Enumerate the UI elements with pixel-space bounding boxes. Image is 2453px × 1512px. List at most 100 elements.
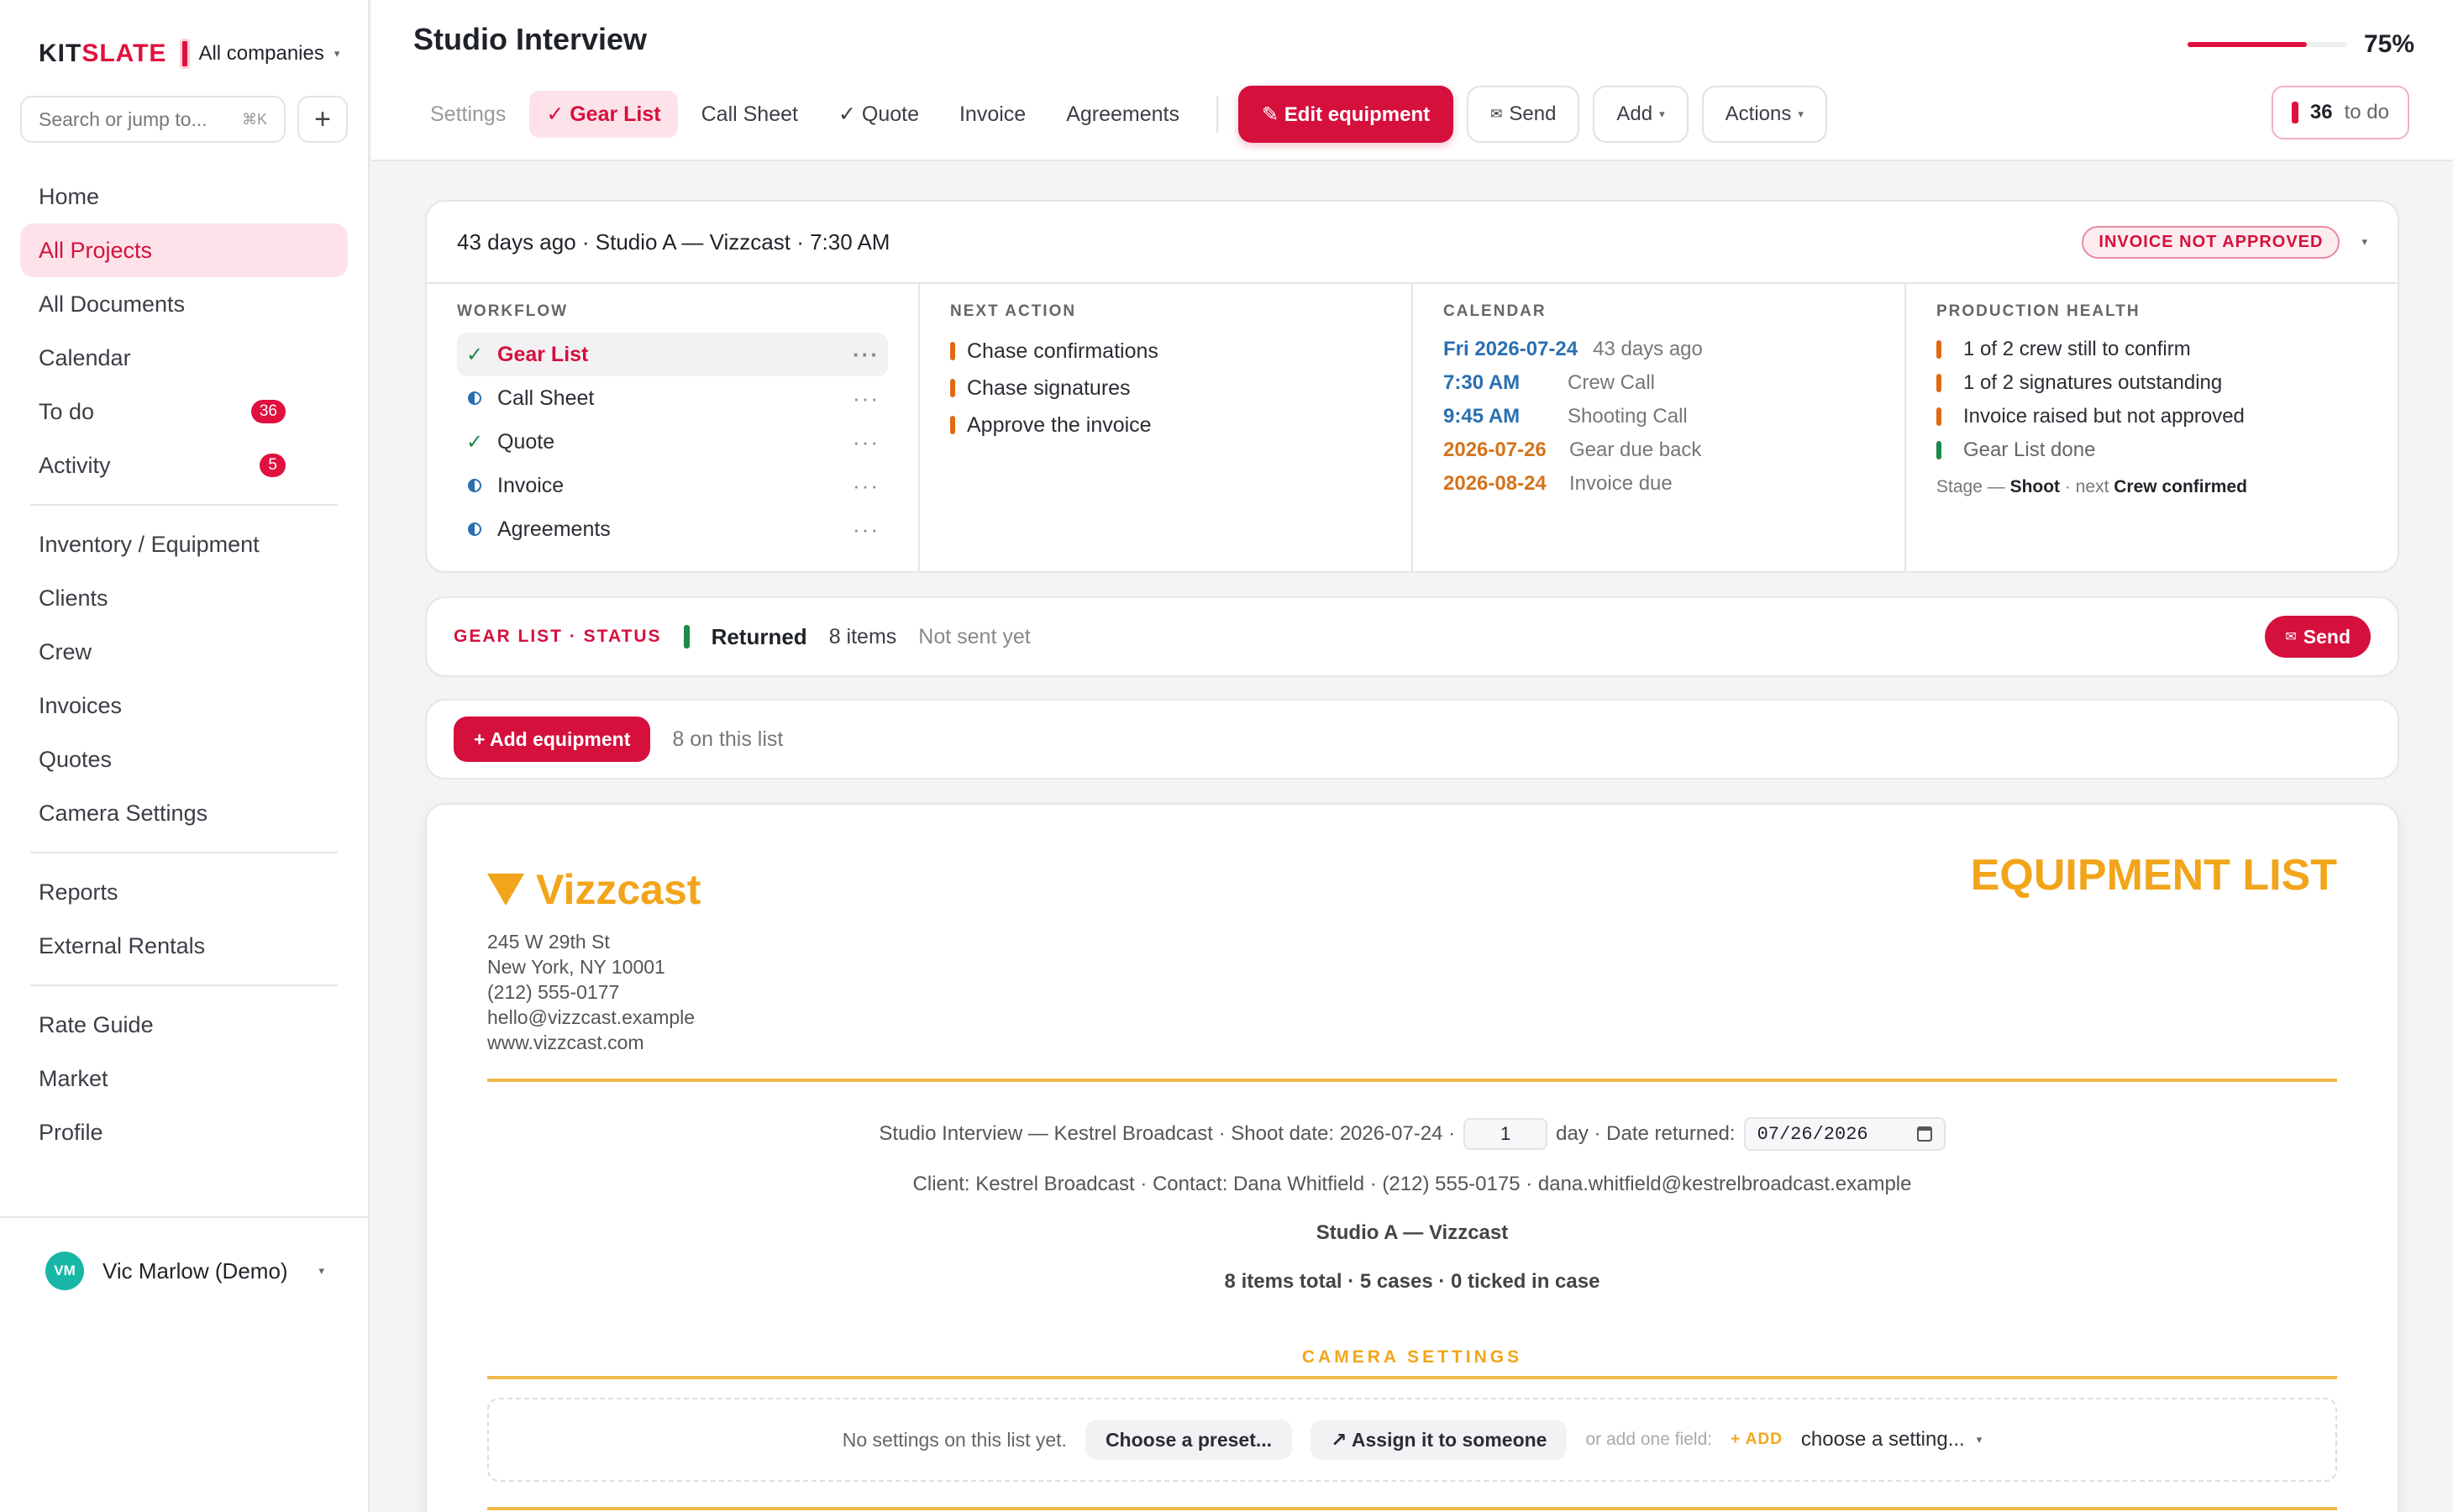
send-button[interactable]: ✉ Send xyxy=(1467,86,1580,143)
more-icon[interactable]: ··· xyxy=(853,517,880,543)
ok-bar-icon xyxy=(1936,441,1941,459)
workflow-item-call-sheet[interactable]: Call Sheet ··· xyxy=(457,376,888,420)
nav-item-rate-guide[interactable]: Rate Guide xyxy=(20,998,348,1052)
nav-item-market[interactable]: Market xyxy=(20,1052,348,1105)
nav-item-all-documents[interactable]: All Documents xyxy=(20,277,348,331)
days-input[interactable]: 1 xyxy=(1463,1118,1548,1150)
todo-label: to do xyxy=(2344,101,2389,123)
nav-item-camera-settings[interactable]: Camera Settings xyxy=(20,786,348,840)
tab-agreements[interactable]: Agreements xyxy=(1049,91,1196,138)
nav-item-home[interactable]: Home xyxy=(20,170,348,223)
search-input[interactable]: Search or jump to... ⌘K xyxy=(20,96,286,143)
more-icon[interactable]: ··· xyxy=(853,473,880,499)
chevron-down-icon[interactable]: ▾ xyxy=(2361,235,2367,249)
nav-item-profile[interactable]: Profile xyxy=(20,1105,348,1159)
more-icon[interactable]: ··· xyxy=(853,386,880,412)
section-rule-bottom xyxy=(487,1507,2337,1510)
user-name: Vic Marlow (Demo) xyxy=(102,1257,288,1284)
workflow-item-agreements[interactable]: Agreements ··· xyxy=(457,507,888,551)
list-count-note: 8 on this list xyxy=(672,727,784,751)
company-brand: Vizzcast xyxy=(487,865,701,914)
health-item: 1 of 2 signatures outstanding xyxy=(1936,366,2367,400)
gear-item-count: 8 items xyxy=(828,624,897,648)
next-action-item[interactable]: Approve the invoice xyxy=(950,407,1381,444)
camera-settings-heading: CAMERA SETTINGS xyxy=(1301,1347,1523,1367)
actions-dropdown-button[interactable]: Actions ▾ xyxy=(1701,86,1827,143)
nav-item-crew[interactable]: Crew xyxy=(20,625,348,679)
half-circle-icon xyxy=(468,479,481,492)
todo-button[interactable]: 36 to do xyxy=(2271,86,2409,139)
date-returned-input[interactable]: 07/26/2026 xyxy=(1743,1117,1946,1151)
chevron-down-icon: ▾ xyxy=(334,47,340,60)
next-action-item[interactable]: Chase confirmations xyxy=(950,333,1381,370)
tab-settings[interactable]: Settings xyxy=(413,91,523,138)
next-action-item[interactable]: Chase signatures xyxy=(950,370,1381,407)
more-icon[interactable]: ··· xyxy=(853,429,880,455)
gear-status-left: GEAR LIST · STATUS Returned 8 items Not … xyxy=(454,624,1031,650)
progress-bar xyxy=(2187,42,2347,47)
summary-header-right: INVOICE NOT APPROVED ▾ xyxy=(2082,225,2367,259)
gear-status-label: GEAR LIST · STATUS xyxy=(454,627,662,646)
create-new-button[interactable]: + xyxy=(297,96,348,143)
summary-header[interactable]: 43 days ago · Studio A — Vizzcast · 7:30… xyxy=(427,202,2398,284)
calendar-icon[interactable] xyxy=(1916,1126,1932,1142)
add-equipment-bar: + Add equipment 8 on this list xyxy=(425,699,2399,780)
assign-button[interactable]: ↗ Assign it to someone xyxy=(1311,1420,1568,1460)
nav-divider xyxy=(30,984,338,986)
half-circle-icon xyxy=(468,522,481,536)
nav-item-quotes[interactable]: Quotes xyxy=(20,732,348,786)
nav-item-reports[interactable]: Reports xyxy=(20,865,348,919)
equipment-list-document: Vizzcast 245 W 29th St New York, NY 1000… xyxy=(425,803,2399,1512)
workflow-heading: WORKFLOW xyxy=(457,302,569,320)
nav-item-inventory[interactable]: Inventory / Equipment xyxy=(20,517,348,571)
calendar-row: 9:45 AM Shooting Call xyxy=(1443,405,1688,428)
workflow-item-gear-list[interactable]: ✓ Gear List ··· xyxy=(457,333,888,376)
health-item: Gear List done xyxy=(1936,433,2367,467)
status-bar-icon xyxy=(683,625,690,648)
section-rule xyxy=(487,1376,2337,1379)
nav-item-activity[interactable]: Activity 5 xyxy=(20,438,348,492)
next-action-heading: NEXT ACTION xyxy=(950,302,1077,320)
summary-title: 43 days ago · Studio A — Vizzcast · 7:30… xyxy=(457,228,890,255)
add-field-button[interactable]: + ADD xyxy=(1731,1431,1783,1449)
warning-bar-icon xyxy=(950,416,955,434)
nav-item-todo[interactable]: To do 36 xyxy=(20,385,348,438)
project-tabs: Settings ✓ Gear List Call Sheet ✓ Quote … xyxy=(413,86,1827,143)
nav-item-all-projects[interactable]: All Projects xyxy=(20,223,348,277)
setting-select[interactable]: choose a setting... ▾ xyxy=(1801,1428,1982,1452)
more-icon[interactable]: ··· xyxy=(853,342,880,368)
workflow-item-quote[interactable]: ✓ Quote ··· xyxy=(457,420,888,464)
workflow-item-invoice[interactable]: Invoice ··· xyxy=(457,464,888,507)
summary-columns: WORKFLOW ✓ Gear List ··· Call Sheet ··· ✓ Qu… xyxy=(427,284,2398,573)
tab-gear-list[interactable]: ✓ Gear List xyxy=(529,91,678,138)
tab-call-sheet[interactable]: Call Sheet xyxy=(685,91,815,138)
edit-equipment-button[interactable]: ✎ Edit equipment xyxy=(1238,86,1454,143)
choose-preset-button[interactable]: Choose a preset... xyxy=(1085,1420,1293,1460)
health-item: 1 of 2 crew still to confirm xyxy=(1936,333,2367,366)
calendar-row: 7:30 AM Crew Call xyxy=(1443,371,1656,394)
document-title: EQUIPMENT LIST xyxy=(1970,851,2337,900)
nav-item-calendar[interactable]: Calendar xyxy=(20,331,348,385)
tab-invoice[interactable]: Invoice xyxy=(943,91,1043,138)
mail-icon: ✉ xyxy=(2285,630,2297,644)
progress-fill xyxy=(2187,42,2308,47)
app-logo[interactable]: KITSLATE All companies ▾ xyxy=(39,39,339,69)
tab-quote[interactable]: ✓ Quote xyxy=(822,91,936,138)
add-dropdown-button[interactable]: Add ▾ xyxy=(1593,86,1689,143)
nav-item-clients[interactable]: Clients xyxy=(20,571,348,625)
gear-send-button[interactable]: ✉ Send xyxy=(2265,616,2371,658)
warning-bar-icon xyxy=(1936,340,1941,359)
nav-item-external-rentals[interactable]: External Rentals xyxy=(20,919,348,973)
company-switcher[interactable]: All companies ▾ xyxy=(198,42,339,66)
calendar-row: Fri 2026-07-24 43 days ago xyxy=(1443,338,1703,360)
or-add-note: or add one field: xyxy=(1585,1430,1713,1449)
gear-send-note: Not sent yet xyxy=(918,624,1031,648)
calendar-row: 2026-07-26 Gear due back xyxy=(1443,438,1702,461)
add-equipment-button[interactable]: + Add equipment xyxy=(454,717,651,762)
user-menu[interactable]: VM Vic Marlow (Demo) ▾ xyxy=(0,1216,370,1324)
check-icon: ✓ xyxy=(465,430,484,454)
nav-item-invoices[interactable]: Invoices xyxy=(20,679,348,732)
gear-list-status-bar: GEAR LIST · STATUS Returned 8 items Not … xyxy=(425,596,2399,677)
chevron-down-icon: ▾ xyxy=(1798,108,1804,120)
project-progress: 75% xyxy=(2187,30,2414,59)
